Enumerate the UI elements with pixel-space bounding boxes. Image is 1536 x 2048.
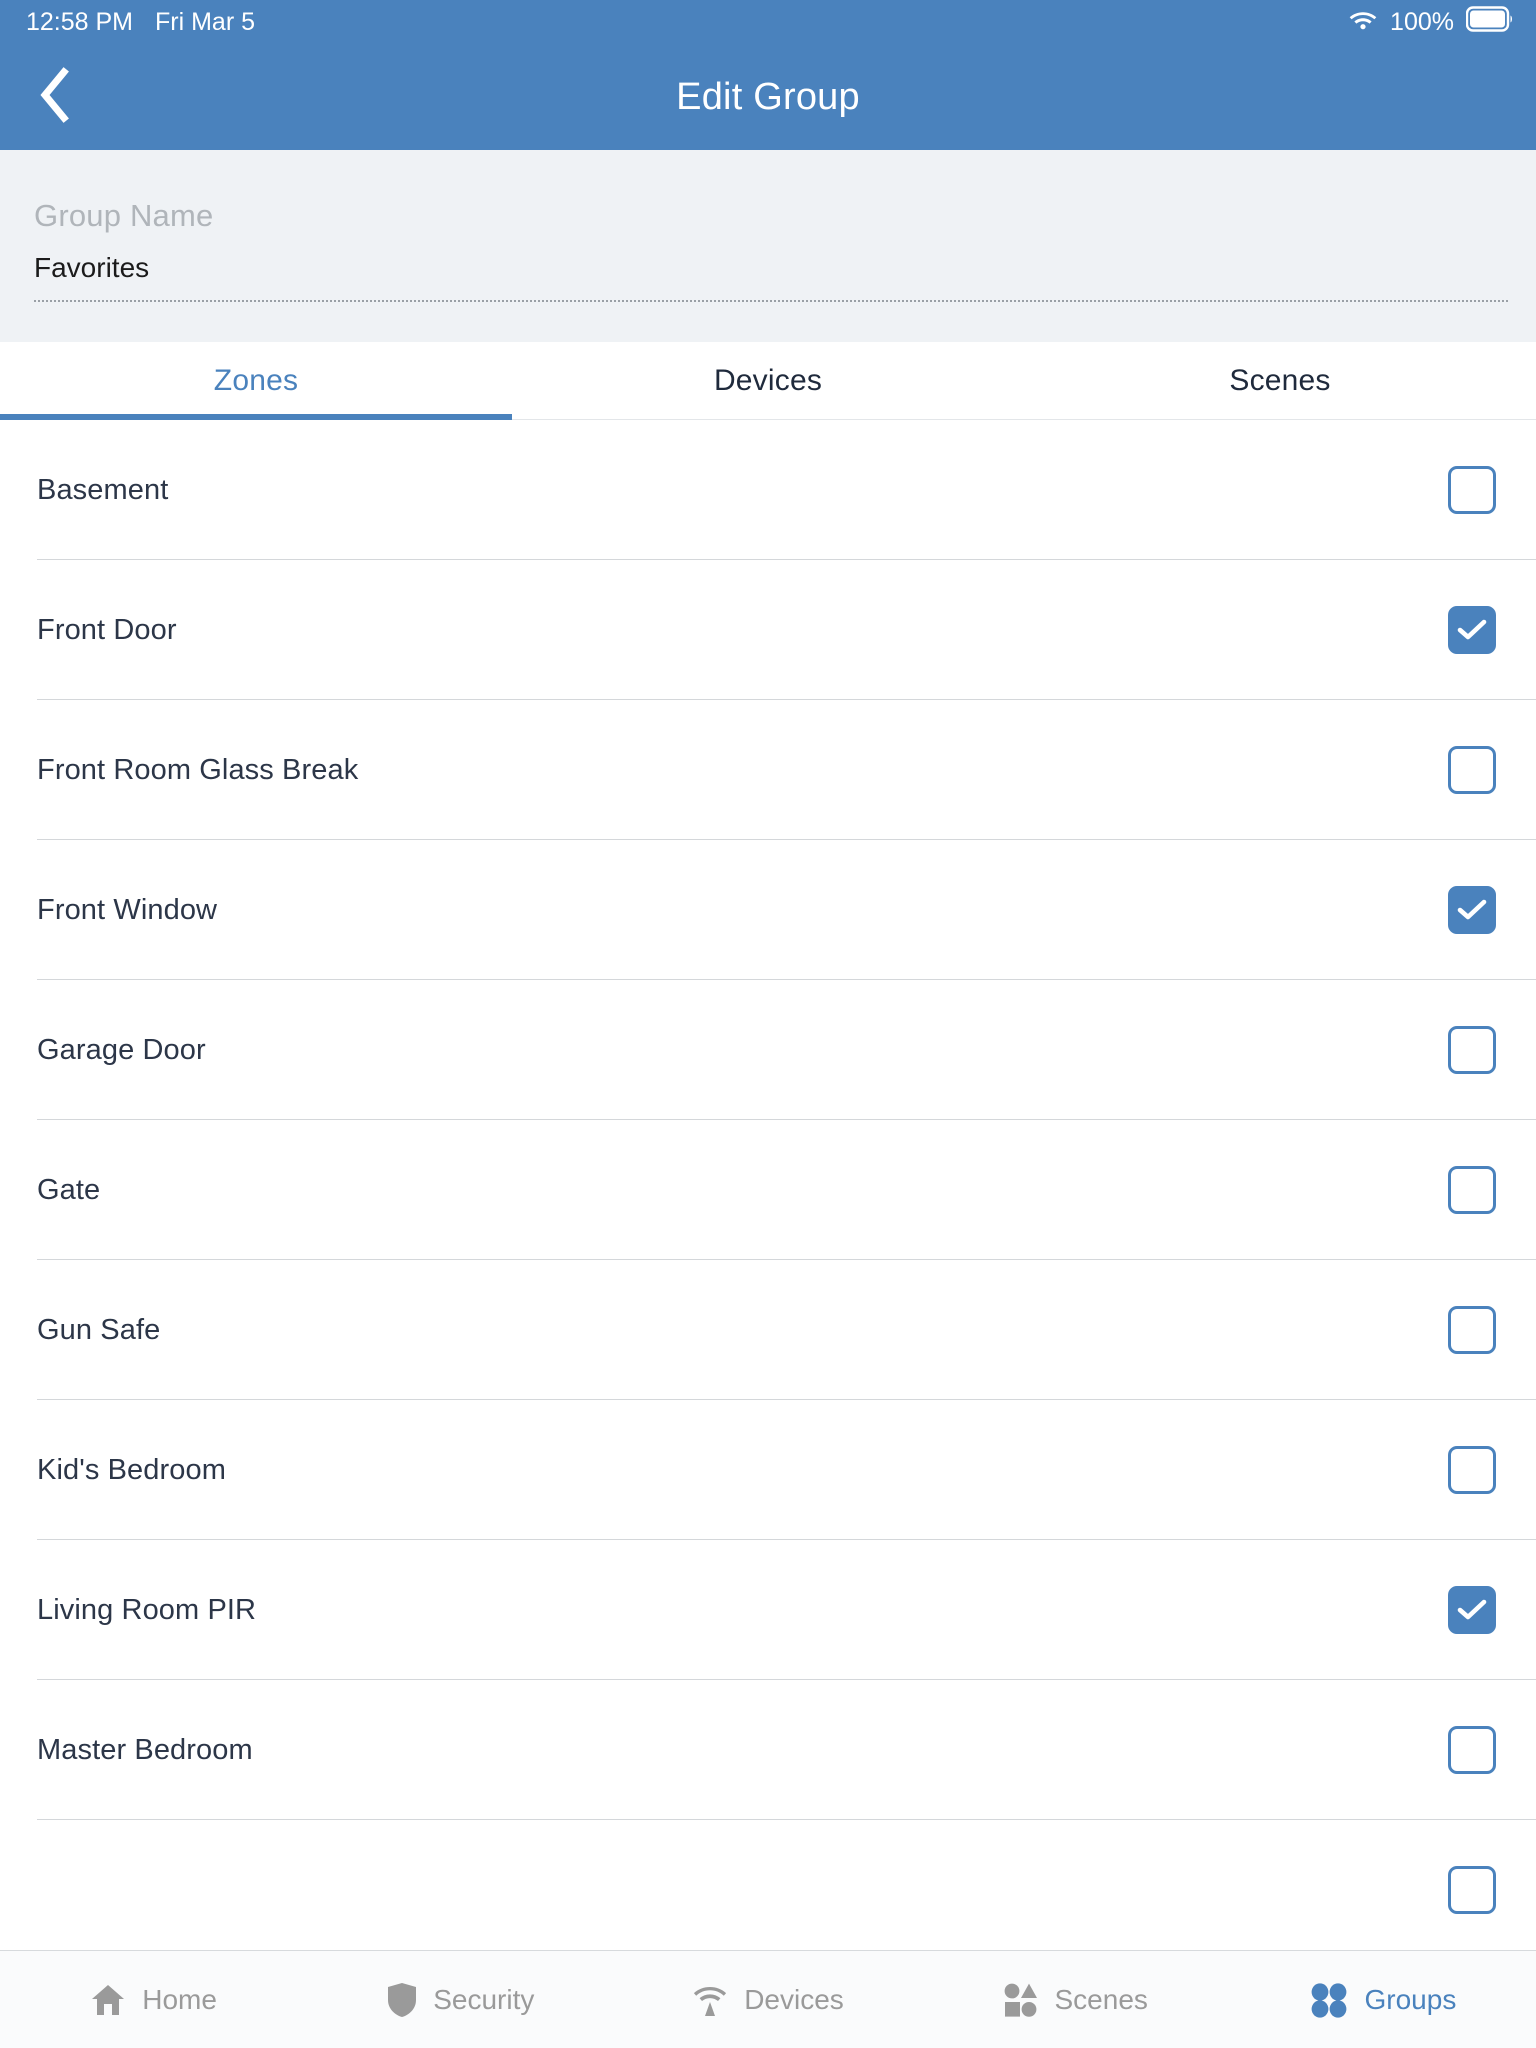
zone-checkbox[interactable] xyxy=(1448,746,1496,794)
bottom-nav-home-label: Home xyxy=(142,1983,217,2015)
list-item[interactable]: Master Bedroom xyxy=(0,1680,1536,1820)
zone-checkbox[interactable] xyxy=(1448,1446,1496,1494)
shapes-icon xyxy=(1003,1982,1039,2018)
zone-checkbox[interactable] xyxy=(1448,886,1496,934)
bottom-nav-scenes-label: Scenes xyxy=(1054,1983,1148,2015)
signal-icon xyxy=(692,1982,728,2018)
tab-scenes[interactable]: Scenes xyxy=(1024,342,1536,419)
zone-checkbox[interactable] xyxy=(1448,1166,1496,1214)
bottom-nav-groups-label: Groups xyxy=(1364,1983,1457,2015)
zone-label: Front Window xyxy=(37,893,218,926)
bottom-nav-groups[interactable]: Groups xyxy=(1229,1982,1536,2018)
bottom-navigation: Home Security Devices Scenes Groups xyxy=(0,1950,1536,2048)
status-date: Fri Mar 5 xyxy=(155,8,256,36)
group-name-label: Group Name xyxy=(34,198,214,233)
wifi-icon xyxy=(1348,8,1378,37)
status-bar-left: 12:58 PM Fri Mar 5 xyxy=(26,8,255,37)
zone-checkbox[interactable] xyxy=(1448,1026,1496,1074)
tab-scenes-label: Scenes xyxy=(1229,363,1331,397)
bottom-nav-devices[interactable]: Devices xyxy=(614,1982,921,2018)
bottom-nav-scenes[interactable]: Scenes xyxy=(922,1982,1229,2018)
zone-checkbox[interactable] xyxy=(1448,1726,1496,1774)
zone-checkbox[interactable] xyxy=(1448,606,1496,654)
zone-label: Living Room PIR xyxy=(37,1593,257,1626)
zone-checkbox[interactable] xyxy=(1448,1866,1496,1914)
list-item[interactable]: Front Window xyxy=(0,840,1536,980)
tab-devices-label: Devices xyxy=(713,363,823,397)
status-time: 12:58 PM xyxy=(26,8,134,36)
zone-label: Garage Door xyxy=(37,1033,206,1066)
zone-label: Gate xyxy=(37,1173,101,1206)
home-icon xyxy=(90,1983,126,2017)
group-name-field-wrap xyxy=(34,252,1508,302)
zone-label: Front Room Glass Break xyxy=(37,753,359,786)
list-item[interactable]: Front Room Glass Break xyxy=(0,700,1536,840)
bottom-nav-home[interactable]: Home xyxy=(0,1983,307,2017)
zone-label: Front Door xyxy=(37,613,177,646)
page-title: Edit Group xyxy=(676,76,860,118)
list-item[interactable]: Living Room PIR xyxy=(0,1540,1536,1680)
tab-bar: Zones Devices Scenes xyxy=(0,342,1536,420)
zone-list: Basement Front Door Front Room Glass Bre… xyxy=(0,420,1536,1950)
zone-label: Kid's Bedroom xyxy=(37,1453,226,1486)
zone-checkbox[interactable] xyxy=(1448,1586,1496,1634)
status-bar-right: 100% xyxy=(1348,6,1514,39)
battery-percent: 100% xyxy=(1390,8,1454,36)
tab-zones-label: Zones xyxy=(213,363,299,397)
status-bar: 12:58 PM Fri Mar 5 100% xyxy=(0,0,1536,45)
list-item[interactable]: Garage Door xyxy=(0,980,1536,1120)
zone-checkbox[interactable] xyxy=(1448,1306,1496,1354)
list-item[interactable]: Basement xyxy=(0,420,1536,560)
bottom-nav-security-label: Security xyxy=(433,1983,535,2015)
back-button[interactable] xyxy=(22,66,86,130)
zone-label: Basement xyxy=(37,473,169,506)
group-name-panel: Group Name xyxy=(0,150,1536,342)
tab-devices[interactable]: Devices xyxy=(512,342,1024,419)
group-name-input[interactable] xyxy=(34,252,1508,284)
grid-dots-icon xyxy=(1309,1982,1349,2018)
zone-label: Master Bedroom xyxy=(37,1733,253,1766)
list-item[interactable]: Front Door xyxy=(0,560,1536,700)
list-item[interactable] xyxy=(0,1820,1536,1950)
battery-full-icon xyxy=(1465,6,1514,39)
zone-checkbox[interactable] xyxy=(1448,466,1496,514)
bottom-nav-devices-label: Devices xyxy=(744,1983,844,2015)
edit-group-screen: 12:58 PM Fri Mar 5 100% Edit Group Group… xyxy=(0,0,1536,2048)
list-item[interactable]: Gate xyxy=(0,1120,1536,1260)
bottom-nav-security[interactable]: Security xyxy=(307,1982,614,2018)
tab-zones[interactable]: Zones xyxy=(0,342,512,420)
zone-label: Gun Safe xyxy=(37,1313,161,1346)
list-item[interactable]: Gun Safe xyxy=(0,1260,1536,1400)
shield-icon xyxy=(387,1982,417,2018)
list-item[interactable]: Kid's Bedroom xyxy=(0,1400,1536,1540)
chevron-left-icon xyxy=(37,67,71,128)
nav-header: Edit Group xyxy=(0,45,1536,150)
